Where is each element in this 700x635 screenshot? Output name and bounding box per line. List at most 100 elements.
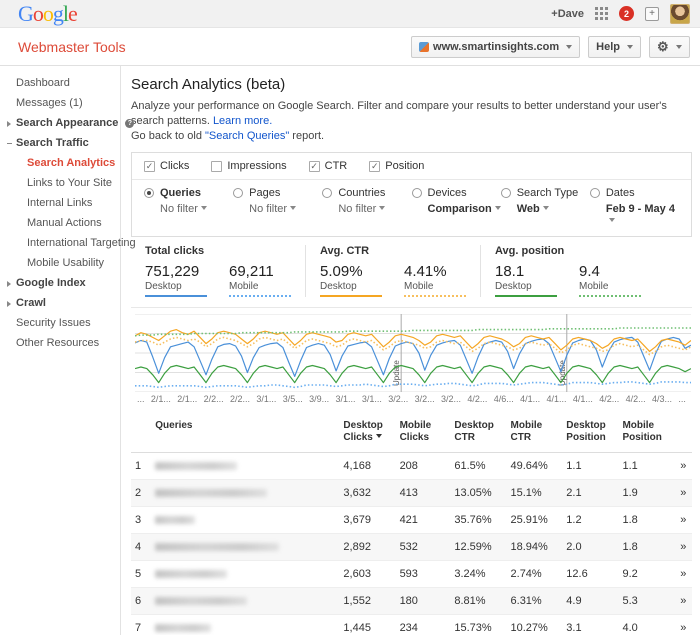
cell-mobile-ctr: 49.64% — [506, 452, 563, 480]
cell-desktop-ctr: 3.24% — [450, 560, 507, 588]
col-mobile-position[interactable]: Mobile Position — [618, 412, 675, 453]
sidebar-item-crawl[interactable]: Crawl — [0, 293, 120, 313]
total-device-label: Mobile — [579, 281, 609, 292]
cell-rank: 4 — [131, 533, 152, 561]
add-box-icon[interactable]: + — [645, 6, 659, 21]
chevron-down-icon — [200, 206, 207, 210]
timeseries-chart[interactable]: Update Update ... 2/1... 2/1... 2/2... 2/2...… — [135, 314, 691, 410]
sidebar-item-label: Security Issues — [16, 317, 91, 329]
dimension-filter-queries[interactable]: No filter — [160, 203, 233, 215]
col-mobile-ctr[interactable]: Mobile CTR — [506, 412, 563, 453]
cell-desktop-clicks: 3,679 — [339, 506, 396, 534]
table-row[interactable]: 3 3,679 421 35.76% 25.91% 1.2 1.8» — [131, 506, 692, 534]
cell-rank: 6 — [131, 587, 152, 615]
sidebar-item-internal-links[interactable]: Internal Links — [0, 193, 120, 213]
cell-desktop-clicks: 1,445 — [339, 614, 396, 635]
sidebar-nav: Dashboard Messages (1) Search Appearance… — [0, 66, 136, 635]
google-bar-actions: +Dave 2 + — [551, 3, 690, 24]
cell-query — [151, 560, 340, 588]
table-row[interactable]: 7 1,445 234 15.73% 10.27% 3.1 4.0» — [131, 614, 692, 635]
table-row[interactable]: 6 1,552 180 8.81% 6.31% 4.9 5.3» — [131, 587, 692, 615]
user-avatar[interactable] — [670, 3, 690, 24]
expand-row-button[interactable]: » — [674, 533, 692, 561]
site-selector-button[interactable]: www.smartinsights.com — [411, 35, 581, 58]
chart-x-tick: 4/2... — [599, 394, 620, 404]
google-logo[interactable]: Google — [18, 2, 78, 25]
metric-label: CTR — [324, 160, 348, 172]
dimension-filter-countries[interactable]: No filter — [338, 203, 411, 215]
expand-row-button[interactable]: » — [674, 506, 692, 534]
dimension-filter-search-type[interactable]: Web — [517, 203, 590, 215]
old-search-queries-link[interactable]: "Search Queries" — [205, 130, 289, 142]
cell-mobile-clicks: 208 — [395, 452, 451, 480]
dimension-filter-devices[interactable]: Comparison — [428, 203, 501, 215]
dimension-search-type[interactable]: Search Type Web — [500, 187, 590, 227]
settings-button[interactable] — [649, 35, 690, 58]
radio-icon[interactable] — [322, 188, 333, 198]
table-row[interactable]: 4 2,892 532 12.59% 18.94% 2.0 1.8» — [131, 533, 692, 561]
cell-rank: 1 — [131, 452, 152, 480]
sidebar-item-search-analytics[interactable]: Search Analytics — [0, 153, 120, 173]
sidebar-item-messages[interactable]: Messages (1) — [0, 93, 120, 113]
sidebar-item-security-issues[interactable]: Security Issues — [0, 313, 120, 333]
radio-icon[interactable] — [144, 188, 154, 198]
radio-icon[interactable] — [411, 188, 422, 198]
dimension-pages[interactable]: Pages No filter — [233, 187, 322, 227]
total-card-title: Total clicks — [145, 245, 205, 257]
col-queries[interactable]: Queries — [151, 412, 340, 453]
expand-row-button[interactable]: » — [674, 614, 692, 635]
sidebar-item-other-resources[interactable]: Other Resources — [0, 333, 120, 353]
expand-row-button[interactable]: » — [674, 452, 692, 480]
expand-row-button[interactable]: » — [674, 560, 692, 588]
sidebar-item-search-traffic[interactable]: Search Traffic — [0, 133, 120, 153]
chart-x-tick: 4/3... — [652, 394, 673, 404]
col-mobile-clicks[interactable]: Mobile Clicks — [395, 412, 451, 453]
col-desktop-ctr[interactable]: Desktop CTR — [450, 412, 507, 453]
metric-checkbox-ctr[interactable]: CTR — [308, 160, 348, 172]
table-row[interactable]: 2 3,632 413 13.05% 15.1% 2.1 1.9» — [131, 479, 692, 507]
cell-mobile-clicks: 532 — [395, 533, 451, 561]
apps-grid-icon[interactable] — [595, 7, 608, 20]
radio-icon[interactable] — [500, 188, 511, 198]
sidebar-item-links-to-your-site[interactable]: Links to Your Site — [0, 173, 120, 193]
radio-icon[interactable] — [233, 188, 244, 198]
chevron-down-icon — [676, 44, 682, 49]
cell-desktop-clicks: 3,632 — [339, 479, 396, 507]
metric-checkbox-impressions[interactable]: Impressions — [211, 160, 287, 172]
sidebar-item-search-appearance[interactable]: Search Appearance ? — [0, 113, 135, 133]
dimension-dates[interactable]: Dates Feb 9 - May 4 — [589, 187, 679, 227]
learn-more-link[interactable]: Learn more. — [213, 115, 272, 127]
dimension-countries[interactable]: Countries No filter — [322, 187, 411, 227]
dimension-filter-dates[interactable]: Feb 9 - May 4 — [606, 203, 679, 227]
help-button[interactable]: Help — [588, 35, 641, 58]
sidebar-item-manual-actions[interactable]: Manual Actions — [0, 213, 120, 233]
chart-x-tick: 3/2... — [414, 394, 435, 404]
dimension-devices[interactable]: Devices Comparison — [411, 187, 501, 227]
sidebar-item-mobile-usability[interactable]: Mobile Usability — [0, 253, 120, 273]
table-row[interactable]: 1 4,168 208 61.5% 49.64% 1.1 1.1» — [131, 452, 692, 480]
product-title[interactable]: Webmaster Tools — [18, 39, 126, 55]
metric-checkbox-clicks[interactable]: Clicks — [144, 160, 189, 172]
dimension-filter-pages[interactable]: No filter — [249, 203, 322, 215]
expand-row-button[interactable]: » — [674, 587, 692, 615]
notifications-badge[interactable]: 2 — [619, 6, 634, 21]
table-row[interactable]: 5 2,603 593 3.24% 2.74% 12.6 9.2» — [131, 560, 692, 588]
google-plus-user-link[interactable]: +Dave — [551, 8, 584, 20]
cell-mobile-ctr: 18.94% — [506, 533, 563, 561]
total-card-title: Avg. CTR — [320, 245, 370, 257]
total-value: 69,211 — [229, 263, 274, 280]
chart-x-tick: ... — [137, 394, 145, 404]
cell-desktop-position: 2.1 — [562, 479, 619, 507]
cell-desktop-position: 1.1 — [562, 452, 619, 480]
expand-row-button[interactable]: » — [674, 479, 692, 507]
radio-icon[interactable] — [589, 188, 600, 198]
dimension-queries[interactable]: Queries No filter — [144, 187, 233, 227]
cell-rank: 3 — [131, 506, 152, 534]
col-desktop-position[interactable]: Desktop Position — [562, 412, 619, 453]
info-icon[interactable]: ? — [125, 119, 135, 128]
sidebar-item-dashboard[interactable]: Dashboard — [0, 73, 120, 93]
col-desktop-clicks[interactable]: Desktop Clicks — [339, 412, 396, 453]
sidebar-item-google-index[interactable]: Google Index — [0, 273, 120, 293]
sidebar-item-international-targeting[interactable]: International Targeting — [0, 233, 136, 253]
metric-checkbox-position[interactable]: Position — [369, 160, 424, 172]
